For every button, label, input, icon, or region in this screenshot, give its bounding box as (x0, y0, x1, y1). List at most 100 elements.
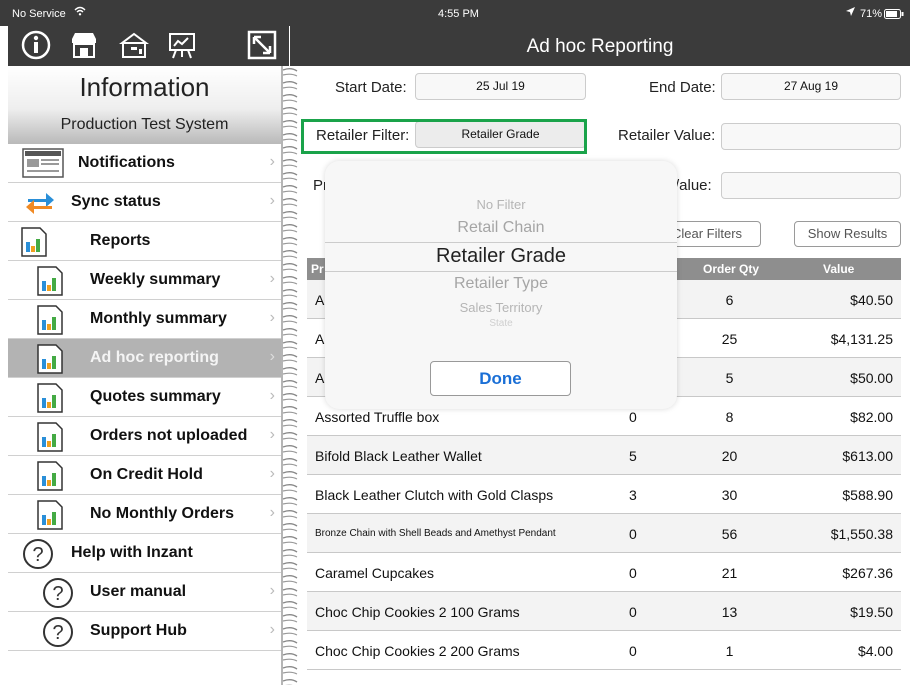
cell-order-qty: 6 (725, 292, 734, 308)
sidebar-item-orders-not-uploaded[interactable]: Orders not uploaded › (8, 417, 281, 456)
done-button[interactable]: Done (430, 361, 571, 396)
sidebar-item-reports[interactable]: Reports (8, 222, 281, 261)
retailer-value-label: Retailer Value: (618, 127, 716, 144)
carrier-text: No Service (12, 8, 66, 20)
cash-register-icon[interactable] (118, 29, 150, 61)
picker-selection-line-bottom (325, 271, 677, 272)
chevron-right-icon: › (269, 153, 275, 170)
report-icon (36, 499, 64, 536)
picker-option[interactable]: Retailer Type (325, 275, 677, 293)
table-row[interactable]: Bifold Black Leather Wallet 5 20 $613.00 (307, 436, 901, 475)
cell-product: A (315, 292, 325, 308)
cell-product: Caramel Cupcakes (315, 565, 435, 581)
svg-text:?: ? (52, 622, 63, 644)
chevron-right-icon: › (269, 387, 275, 404)
sidebar-item-weekly-summary[interactable]: Weekly summary › (8, 261, 281, 300)
cell-product: Choc Chip Cookies 2 200 Grams (315, 643, 520, 659)
end-date-label: End Date: (649, 79, 716, 96)
product-value-label: /alue: (675, 177, 712, 194)
cell-col2: 0 (629, 604, 637, 620)
sidebar-item-no-monthly-orders[interactable]: No Monthly Orders › (8, 495, 281, 534)
table-row[interactable]: Bronze Chain with Shell Beads and Amethy… (307, 514, 901, 553)
show-results-button[interactable]: Show Results (794, 221, 901, 247)
end-date-field[interactable]: 27 Aug 19 (721, 73, 901, 100)
help-icon: ? (42, 577, 74, 614)
table-row[interactable]: Choc Chip Cookies 2 200 Grams 0 1 $4.00 (307, 631, 901, 670)
sidebar-item-help-with-inzant[interactable]: ? Help with Inzant (8, 534, 281, 573)
sidebar-item-monthly-summary[interactable]: Monthly summary › (8, 300, 281, 339)
sidebar-item-label: User manual (90, 583, 187, 600)
expand-icon[interactable] (246, 29, 278, 61)
cell-value: $613.00 (842, 448, 893, 464)
sidebar: Information Production Test System Notif… (8, 66, 281, 685)
sidebar-item-ad-hoc-reporting[interactable]: Ad hoc reporting › (8, 339, 281, 378)
column-header-value: Value (823, 262, 855, 276)
report-icon (36, 265, 64, 302)
picker-option[interactable]: No Filter (325, 197, 677, 212)
info-icon[interactable] (20, 29, 52, 61)
sidebar-item-label: Orders not uploaded (90, 427, 248, 444)
cell-product: Bifold Black Leather Wallet (315, 448, 482, 464)
sidebar-subtitle: Production Test System (60, 116, 229, 133)
sidebar-item-quotes-summary[interactable]: Quotes summary › (8, 378, 281, 417)
cell-value: $4.00 (857, 643, 893, 659)
sidebar-item-user-manual[interactable]: ? User manual › (8, 573, 281, 612)
table-row[interactable]: Choc Chip Cookies 2 100 Grams 0 13 $19.5… (307, 592, 901, 631)
cell-value: $40.50 (850, 292, 893, 308)
store-icon[interactable] (68, 29, 100, 61)
battery-text: 71% (860, 8, 883, 20)
product-value-field[interactable] (721, 172, 901, 199)
svg-text:?: ? (32, 544, 43, 566)
sidebar-item-support-hub[interactable]: ? Support Hub › (8, 612, 281, 651)
cell-order-qty: 21 (721, 565, 738, 581)
chevron-right-icon: › (269, 426, 275, 443)
picker-option-selected[interactable]: Retailer Grade (325, 245, 677, 268)
cell-value: $82.00 (850, 409, 893, 425)
picker-option[interactable]: State (325, 318, 677, 327)
cell-product: Black Leather Clutch with Gold Clasps (315, 487, 554, 503)
cell-order-qty: 30 (721, 487, 738, 503)
retailer-filter-picker[interactable]: No Filter Retail Chain Retailer Grade Re… (325, 161, 677, 409)
help-icon: ? (22, 538, 54, 575)
sidebar-item-sync-status[interactable]: Sync status › (8, 183, 281, 222)
sidebar-item-label: Sync status (71, 193, 161, 210)
sidebar-item-on-credit-hold[interactable]: On Credit Hold › (8, 456, 281, 495)
status-bar: No Service 4:55 PM 71% (0, 0, 910, 26)
svg-text:?: ? (52, 583, 63, 605)
report-icon (36, 421, 64, 458)
cell-order-qty: 56 (721, 526, 738, 542)
report-icon (36, 382, 64, 419)
retailer-value-field[interactable] (721, 123, 901, 150)
picker-option[interactable]: Sales Territory (325, 300, 677, 315)
table-row[interactable]: Black Leather Clutch with Gold Clasps 3 … (307, 475, 901, 514)
sidebar-item-label: Reports (90, 232, 151, 249)
sidebar-title: Information (79, 72, 210, 102)
cell-value: $1,550.38 (830, 526, 893, 542)
cell-order-qty: 13 (721, 604, 738, 620)
main-toolbar: Ad hoc Reporting (290, 26, 910, 66)
cell-value: $50.00 (850, 370, 893, 386)
cell-col2: 5 (629, 448, 637, 464)
sidebar-item-notifications[interactable]: Notifications › (8, 144, 281, 183)
table-row[interactable]: Caramel Cupcakes 0 21 $267.36 (307, 553, 901, 592)
cell-product: A (315, 331, 325, 347)
spiral-binding (281, 66, 299, 685)
chevron-right-icon: › (269, 465, 275, 482)
presentation-icon[interactable] (166, 29, 198, 61)
chevron-right-icon: › (269, 621, 275, 638)
cell-col2: 0 (629, 409, 637, 425)
battery-icon (884, 9, 904, 22)
start-date-field[interactable]: 25 Jul 19 (415, 73, 586, 100)
chevron-right-icon: › (269, 504, 275, 521)
cell-col2: 0 (629, 643, 637, 659)
cell-value: $588.90 (842, 487, 893, 503)
picker-option[interactable]: Retail Chain (325, 219, 677, 237)
wifi-icon (74, 6, 86, 19)
sidebar-item-label: Monthly summary (90, 310, 227, 327)
column-header-order-qty: Order Qty (703, 262, 760, 276)
chevron-right-icon: › (269, 582, 275, 599)
sidebar-item-label: Weekly summary (90, 271, 221, 288)
start-date-label: Start Date: (335, 79, 407, 96)
chevron-right-icon: › (269, 192, 275, 209)
picker-selection-line-top (325, 242, 677, 243)
